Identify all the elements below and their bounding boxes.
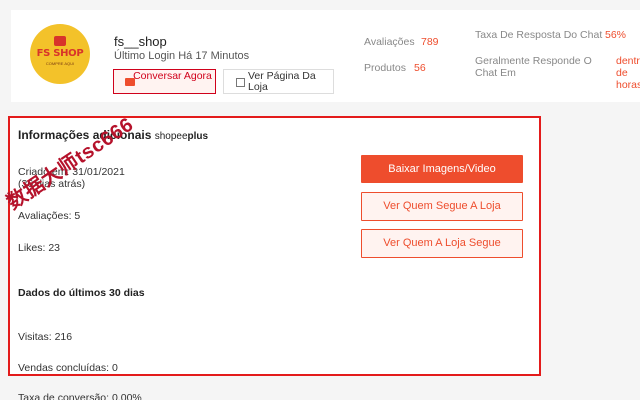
last-login: Último Login Há 17 Minutos <box>114 50 250 62</box>
shopeeplus-brand: shopeeplus <box>154 131 209 142</box>
chat-time-value: dentro de horas <box>616 55 640 91</box>
chat-now-label: Conversar Agora <box>133 70 212 82</box>
reviews-count: Avaliações: 5 <box>18 210 81 222</box>
products-value: 56 <box>414 62 426 74</box>
ratings-label: Avaliações <box>364 36 415 48</box>
products-label: Produtos <box>364 62 407 74</box>
chat-rate-value: 56% <box>605 29 627 41</box>
store-icon <box>236 78 245 87</box>
chat-now-button[interactable]: Conversar Agora <box>113 69 216 94</box>
chat-rate-label: Taxa De Resposta Do Chat <box>475 29 603 41</box>
shop-name[interactable]: fs__shop <box>114 34 167 49</box>
chat-icon <box>125 78 135 86</box>
chat-time-label: Geralmente Responde O Chat Em <box>475 55 592 79</box>
download-images-button[interactable]: Baixar Imagens/Video <box>361 155 523 183</box>
likes-count: Likes: 23 <box>18 242 61 254</box>
logo-subtext: COMPRE AQUI <box>45 61 75 66</box>
logo-name: FS SHOP <box>36 48 84 59</box>
sales-count: Vendas concluídas: 0 <box>18 362 118 374</box>
view-followers-button[interactable]: Ver Quem Segue A Loja <box>361 192 523 221</box>
view-store-label: Ver Página Da Loja <box>248 70 316 93</box>
shopping-bag-icon <box>54 36 66 46</box>
conversion-rate: Taxa de conversão: 0,00% <box>18 392 142 400</box>
view-following-button[interactable]: Ver Quem A Loja Segue <box>361 229 523 258</box>
shop-header-card: FS SHOP COMPRE AQUI fs__shop Último Logi… <box>11 10 640 102</box>
ratings-value: 789 <box>421 36 439 48</box>
view-store-button[interactable]: Ver Página Da Loja <box>223 69 334 94</box>
last-30-days-heading: Dados do últimos 30 dias <box>18 287 145 299</box>
visits-count: Visitas: 216 <box>18 331 73 343</box>
shop-logo[interactable]: FS SHOP COMPRE AQUI <box>30 24 90 84</box>
